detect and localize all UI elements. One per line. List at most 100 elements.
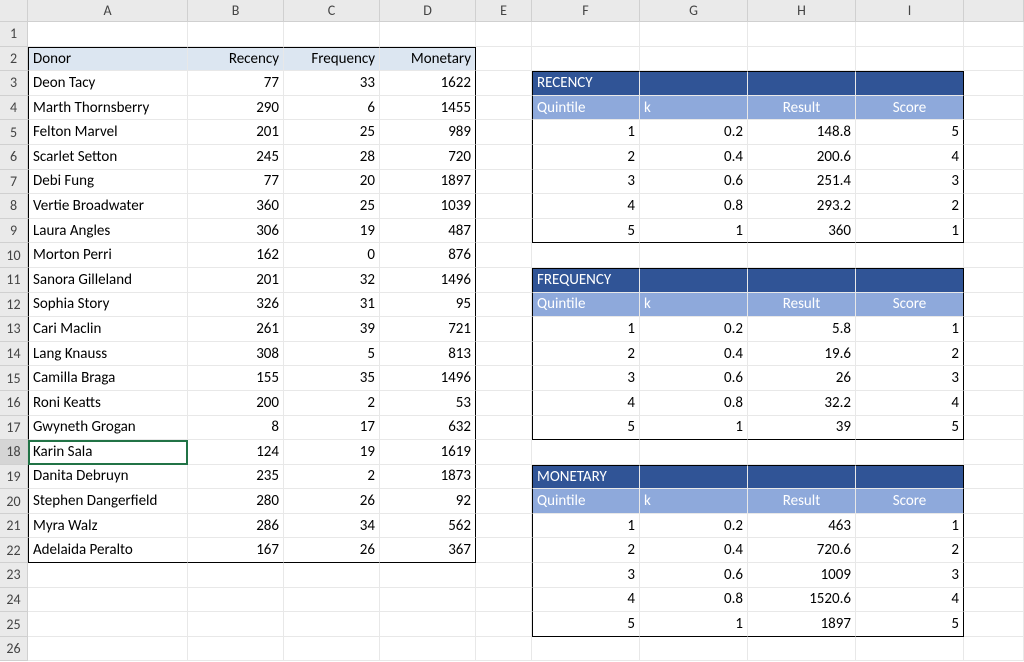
donor-recency[interactable]: 308 — [188, 342, 284, 367]
score-value[interactable]: 3 — [856, 170, 964, 195]
cell-G3[interactable] — [640, 71, 748, 96]
k-value[interactable]: 0.8 — [640, 391, 748, 416]
quintile-value[interactable]: 1 — [532, 514, 640, 539]
cell-E10[interactable] — [476, 243, 532, 268]
result-value[interactable]: 32.2 — [748, 391, 856, 416]
row-header-6[interactable]: 6 — [0, 145, 28, 170]
cell-E26[interactable] — [476, 637, 532, 662]
donor-frequency[interactable]: 35 — [284, 366, 380, 391]
cell-E15[interactable] — [476, 366, 532, 391]
donor-frequency[interactable]: 17 — [284, 416, 380, 441]
side-header-k[interactable]: k — [640, 489, 748, 514]
result-value[interactable]: 39 — [748, 416, 856, 441]
donor-name[interactable]: Roni Keatts — [28, 391, 188, 416]
row-header-18[interactable]: 18 — [0, 440, 28, 465]
cell-E24[interactable] — [476, 588, 532, 613]
col-header-H[interactable]: H — [748, 0, 856, 22]
quintile-value[interactable]: 5 — [532, 612, 640, 637]
side-header-score[interactable]: Score — [856, 489, 964, 514]
quintile-value[interactable]: 3 — [532, 170, 640, 195]
donor-monetary[interactable]: 487 — [380, 219, 476, 244]
quintile-value[interactable]: 4 — [532, 194, 640, 219]
score-value[interactable]: 1 — [856, 514, 964, 539]
cell-I19[interactable] — [856, 465, 964, 490]
k-value[interactable]: 0.6 — [640, 170, 748, 195]
row-header-5[interactable]: 5 — [0, 120, 28, 145]
donor-frequency[interactable]: 34 — [284, 514, 380, 539]
row-header-9[interactable]: 9 — [0, 219, 28, 244]
cell-H10[interactable] — [748, 243, 856, 268]
row-header-14[interactable]: 14 — [0, 342, 28, 367]
select-all-corner[interactable] — [0, 0, 28, 22]
k-value[interactable]: 1 — [640, 219, 748, 244]
donor-monetary[interactable]: 92 — [380, 489, 476, 514]
donor-monetary[interactable]: 813 — [380, 342, 476, 367]
donor-recency[interactable]: 162 — [188, 243, 284, 268]
donor-recency[interactable]: 201 — [188, 268, 284, 293]
row-header-22[interactable]: 22 — [0, 538, 28, 563]
side-header-result[interactable]: Result — [748, 293, 856, 318]
donor-name[interactable]: Morton Perri — [28, 243, 188, 268]
row-header-3[interactable]: 3 — [0, 71, 28, 96]
row-header-4[interactable]: 4 — [0, 96, 28, 121]
cell-G1[interactable] — [640, 22, 748, 47]
row-header-19[interactable]: 19 — [0, 465, 28, 490]
donor-recency[interactable]: 280 — [188, 489, 284, 514]
cell-E17[interactable] — [476, 416, 532, 441]
row-header-20[interactable]: 20 — [0, 489, 28, 514]
result-value[interactable]: 200.6 — [748, 145, 856, 170]
row-header-25[interactable]: 25 — [0, 612, 28, 637]
donor-monetary[interactable]: 720 — [380, 145, 476, 170]
cell-E4[interactable] — [476, 96, 532, 121]
donor-frequency[interactable]: 32 — [284, 268, 380, 293]
quintile-value[interactable]: 2 — [532, 145, 640, 170]
donor-recency[interactable]: 167 — [188, 538, 284, 563]
cell-B26[interactable] — [188, 637, 284, 662]
col-header-D[interactable]: D — [380, 0, 476, 22]
donor-name[interactable]: Gwyneth Grogan — [28, 416, 188, 441]
donor-name[interactable]: Debi Fung — [28, 170, 188, 195]
donor-name[interactable]: Danita Debruyn — [28, 465, 188, 490]
donor-recency[interactable]: 261 — [188, 317, 284, 342]
donor-monetary[interactable]: 53 — [380, 391, 476, 416]
cell-E23[interactable] — [476, 563, 532, 588]
k-value[interactable]: 0.4 — [640, 342, 748, 367]
cell-H19[interactable] — [748, 465, 856, 490]
row-header-26[interactable]: 26 — [0, 637, 28, 662]
side-header-score[interactable]: Score — [856, 96, 964, 121]
cell-I11[interactable] — [856, 268, 964, 293]
cell-I10[interactable] — [856, 243, 964, 268]
cell-I18[interactable] — [856, 440, 964, 465]
cell-I26[interactable] — [856, 637, 964, 662]
row-header-13[interactable]: 13 — [0, 317, 28, 342]
k-value[interactable]: 0.2 — [640, 514, 748, 539]
col-header-C[interactable]: C — [284, 0, 380, 22]
donor-header-donor[interactable]: Donor — [28, 47, 188, 72]
donor-monetary[interactable]: 1496 — [380, 366, 476, 391]
donor-recency[interactable]: 245 — [188, 145, 284, 170]
cell-E8[interactable] — [476, 194, 532, 219]
row-header-8[interactable]: 8 — [0, 194, 28, 219]
donor-frequency[interactable]: 26 — [284, 538, 380, 563]
cell-H11[interactable] — [748, 268, 856, 293]
score-value[interactable]: 4 — [856, 145, 964, 170]
score-value[interactable]: 3 — [856, 563, 964, 588]
quintile-value[interactable]: 4 — [532, 588, 640, 613]
side-title-monetary[interactable]: MONETARY — [532, 465, 640, 490]
score-value[interactable]: 2 — [856, 194, 964, 219]
side-title-frequency[interactable]: FREQUENCY — [532, 268, 640, 293]
col-header-F[interactable]: F — [532, 0, 640, 22]
cell-E1[interactable] — [476, 22, 532, 47]
row-header-15[interactable]: 15 — [0, 366, 28, 391]
side-header-quintile[interactable]: Quintile — [532, 96, 640, 121]
k-value[interactable]: 0.4 — [640, 538, 748, 563]
donor-monetary[interactable]: 367 — [380, 538, 476, 563]
donor-frequency[interactable]: 2 — [284, 465, 380, 490]
cell-C24[interactable] — [284, 588, 380, 613]
donor-monetary[interactable]: 632 — [380, 416, 476, 441]
donor-recency[interactable]: 77 — [188, 71, 284, 96]
row-header-7[interactable]: 7 — [0, 170, 28, 195]
cell-D23[interactable] — [380, 563, 476, 588]
cell-D1[interactable] — [380, 22, 476, 47]
donor-frequency[interactable]: 6 — [284, 96, 380, 121]
